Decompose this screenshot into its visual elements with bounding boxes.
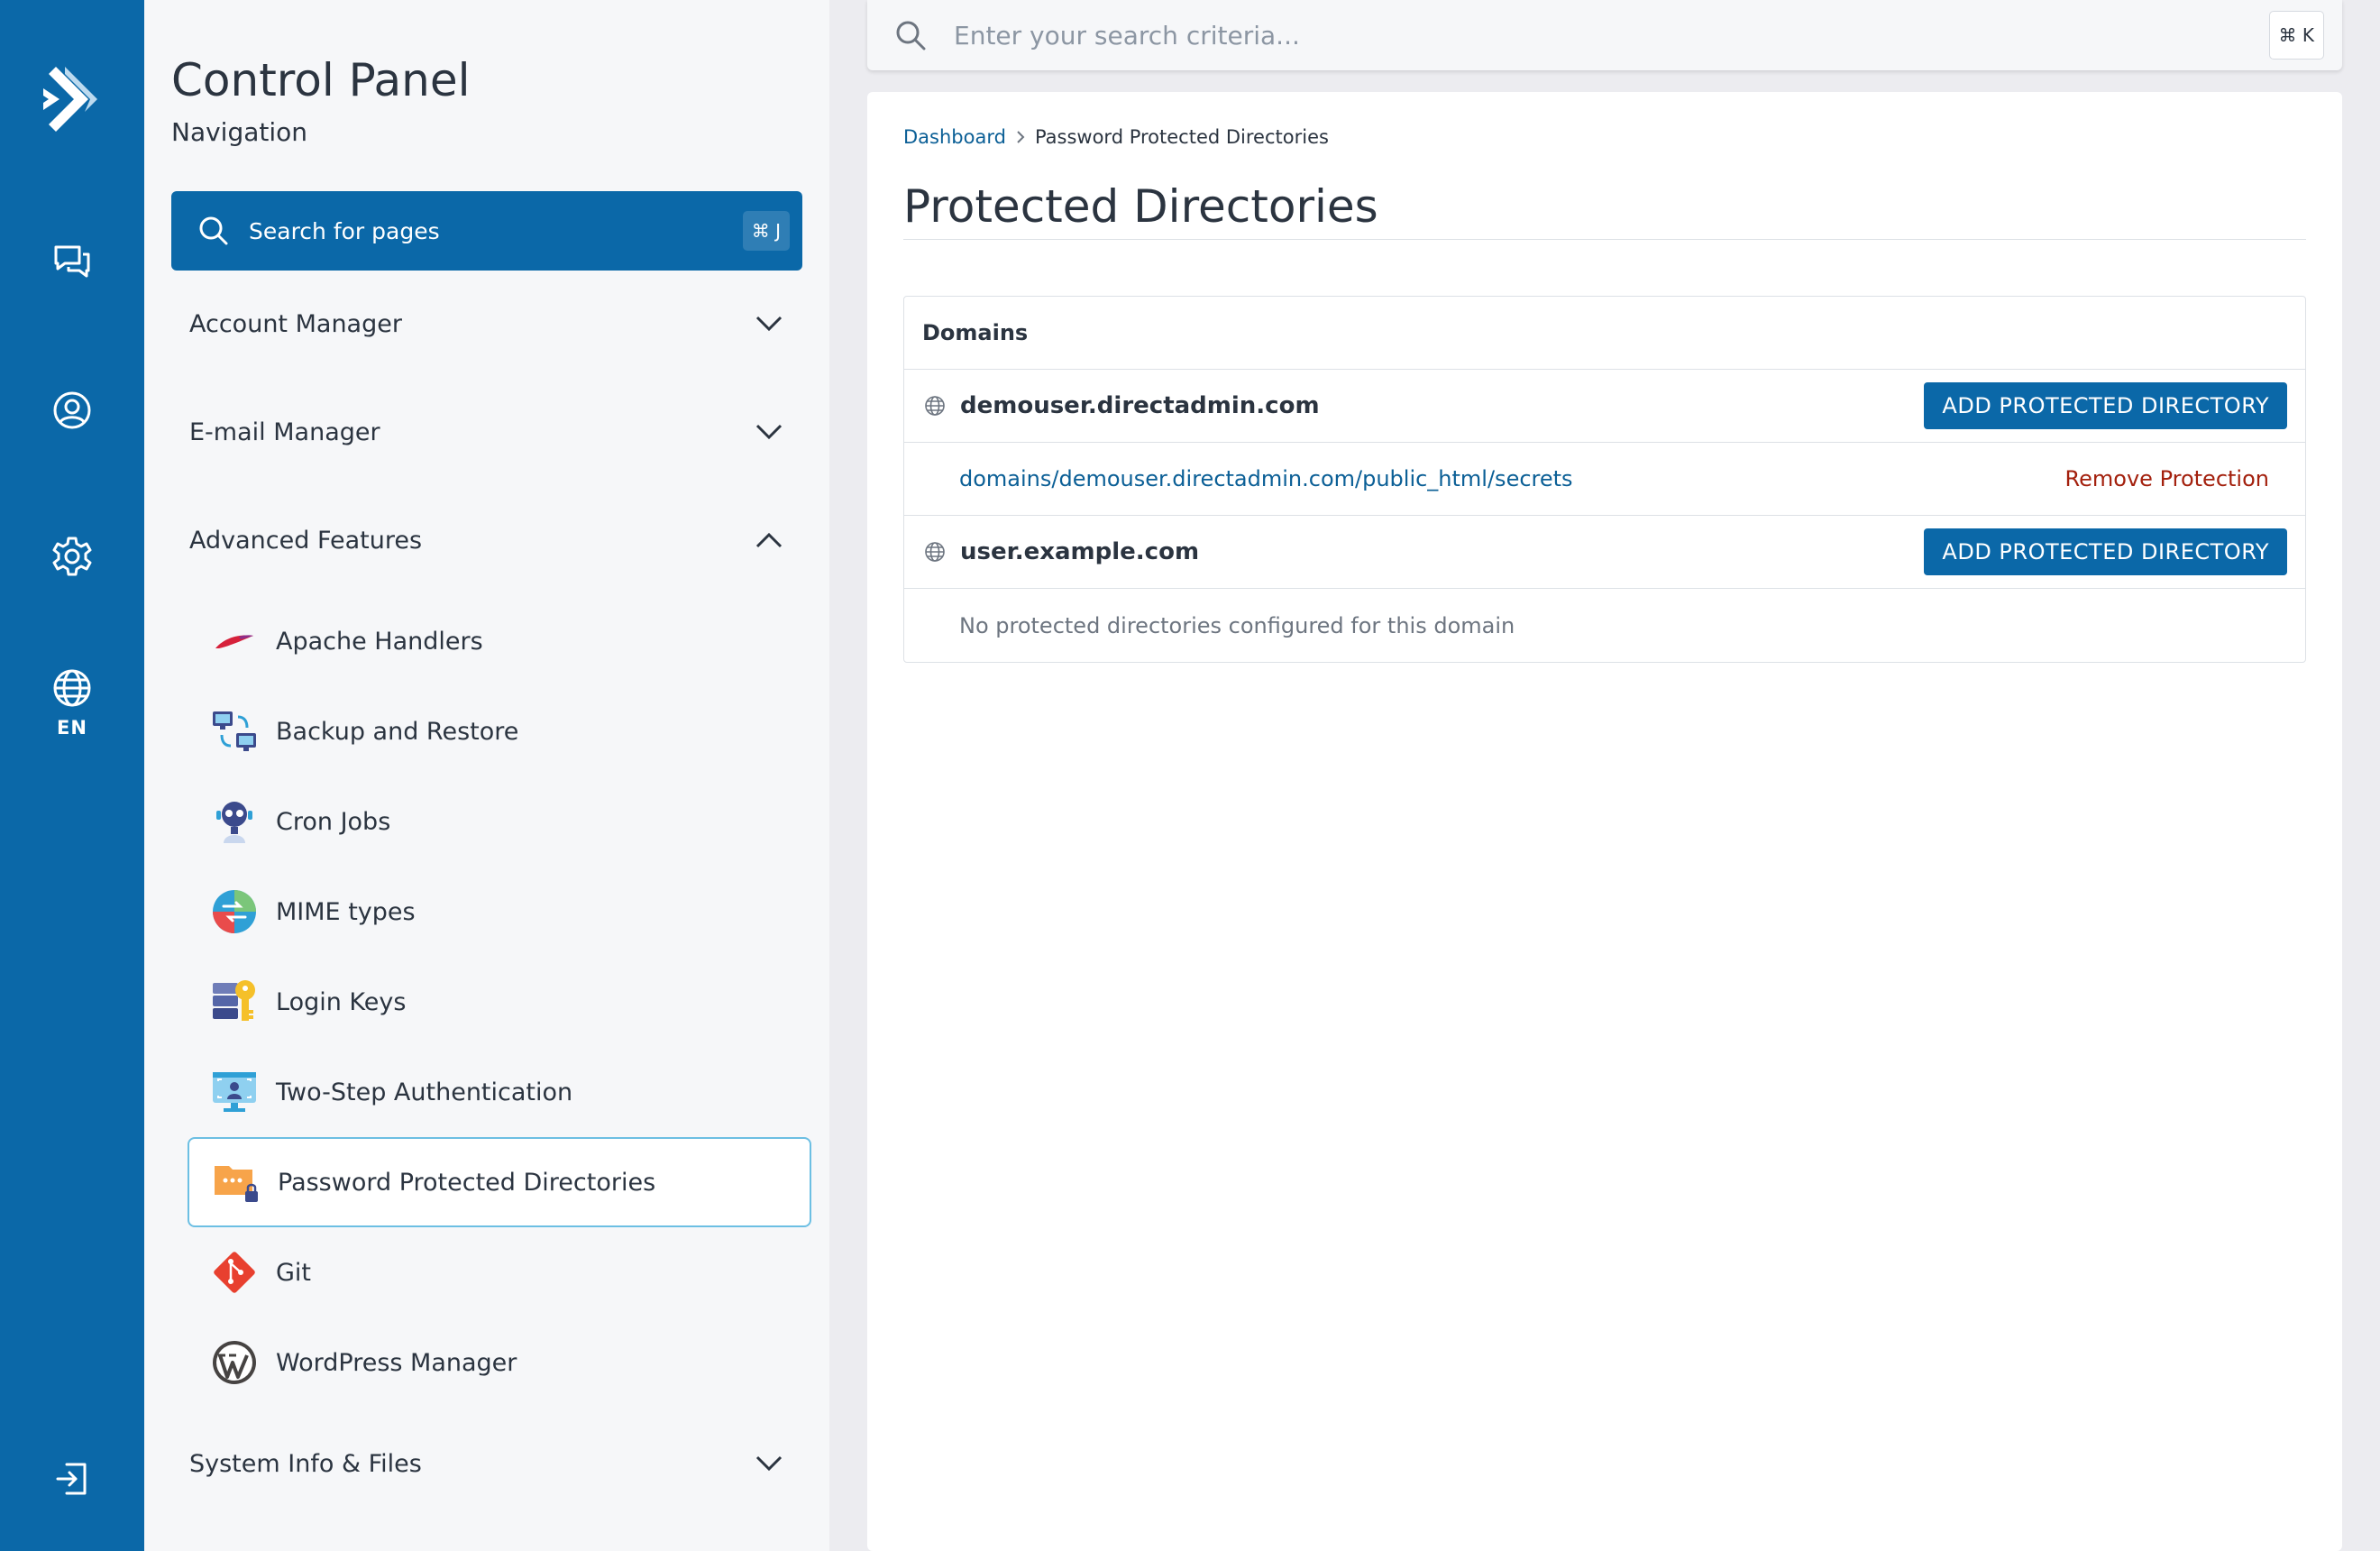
nav-item-apache-handlers[interactable]: Apache Handlers bbox=[188, 596, 811, 686]
globe-icon bbox=[924, 541, 946, 563]
two-step-icon bbox=[209, 1067, 260, 1117]
global-search-input[interactable]: Enter your search criteria... ⌘ K bbox=[867, 0, 2342, 70]
table-header-label: Domains bbox=[922, 320, 1029, 345]
nav-item-git[interactable]: Git bbox=[188, 1227, 811, 1317]
protected-directory-row: domains/demouser.directadmin.com/public_… bbox=[904, 443, 2305, 516]
mime-icon bbox=[209, 886, 260, 937]
nav-item-label: Cron Jobs bbox=[276, 807, 391, 836]
user-icon[interactable] bbox=[0, 374, 144, 446]
nav-item-label: Password Protected Directories bbox=[278, 1168, 656, 1197]
page-search-button[interactable]: Search for pages ⌘ J bbox=[171, 191, 802, 271]
globe-icon bbox=[924, 395, 946, 417]
settings-icon[interactable] bbox=[0, 520, 144, 592]
add-protected-directory-button[interactable]: ADD PROTECTED DIRECTORY bbox=[1924, 528, 2287, 575]
robot-icon bbox=[209, 796, 260, 847]
icon-rail: EN bbox=[0, 0, 144, 1551]
nav-item-login-keys[interactable]: Login Keys bbox=[188, 957, 811, 1047]
nav-item-label: Login Keys bbox=[276, 987, 407, 1016]
language-code: EN bbox=[57, 717, 87, 739]
section-label: Advanced Features bbox=[189, 526, 423, 555]
nav-item-label: Backup and Restore bbox=[276, 717, 519, 746]
global-search-shortcut: ⌘ K bbox=[2268, 11, 2324, 60]
nav-item-label: WordPress Manager bbox=[276, 1348, 517, 1377]
logout-icon[interactable] bbox=[0, 1443, 144, 1515]
breadcrumb: Dashboard Password Protected Directories bbox=[903, 126, 1329, 148]
chevron-down-icon bbox=[755, 424, 783, 440]
globe-icon bbox=[53, 669, 91, 707]
logo-icon[interactable] bbox=[0, 54, 144, 144]
empty-state-message: No protected directories configured for … bbox=[959, 612, 1515, 638]
nav-item-cron-jobs[interactable]: Cron Jobs bbox=[188, 776, 811, 867]
protected-directory-path-link[interactable]: domains/demouser.directadmin.com/public_… bbox=[959, 466, 2065, 491]
breadcrumb-current: Password Protected Directories bbox=[1034, 126, 1329, 148]
chevron-down-icon bbox=[755, 1455, 783, 1472]
domain-name: demouser.directadmin.com bbox=[960, 392, 1320, 419]
messages-icon[interactable] bbox=[0, 225, 144, 298]
domain-name: user.example.com bbox=[960, 538, 1200, 565]
section-system-info-files[interactable]: System Info & Files bbox=[189, 1436, 802, 1491]
backup-icon bbox=[209, 706, 260, 757]
remove-protection-link[interactable]: Remove Protection bbox=[2065, 466, 2269, 491]
nav-item-label: MIME types bbox=[276, 897, 416, 926]
section-account-manager[interactable]: Account Manager bbox=[189, 297, 802, 351]
nav-item-wordpress-manager[interactable]: WordPress Manager bbox=[188, 1317, 811, 1408]
global-search-placeholder: Enter your search criteria... bbox=[954, 20, 1300, 50]
domain-row: demouser.directadmin.com ADD PROTECTED D… bbox=[904, 370, 2305, 443]
nav-item-backup-and-restore[interactable]: Backup and Restore bbox=[188, 686, 811, 776]
empty-state-row: No protected directories configured for … bbox=[904, 589, 2305, 662]
nav-item-two-step-authentication[interactable]: Two-Step Authentication bbox=[188, 1047, 811, 1137]
section-label: E-mail Manager bbox=[189, 418, 380, 446]
section-email-manager[interactable]: E-mail Manager bbox=[189, 405, 802, 459]
add-protected-directory-button[interactable]: ADD PROTECTED DIRECTORY bbox=[1924, 382, 2287, 429]
key-icon bbox=[209, 977, 260, 1027]
page-search-label: Search for pages bbox=[249, 217, 440, 244]
table-header: Domains bbox=[904, 297, 2305, 370]
protected-directories-table: Domains demouser.directadmin.com ADD PRO… bbox=[903, 296, 2306, 663]
nav-item-label: Git bbox=[276, 1258, 312, 1287]
nav-item-label: Two-Step Authentication bbox=[276, 1078, 573, 1106]
page-search-shortcut: ⌘ J bbox=[742, 211, 790, 251]
nav-title: Control Panel bbox=[171, 54, 471, 106]
nav-item-label: Apache Handlers bbox=[276, 627, 483, 656]
folder-lock-icon bbox=[211, 1157, 261, 1207]
nav-subtitle: Navigation bbox=[171, 117, 308, 147]
page-title: Protected Directories bbox=[903, 180, 1378, 233]
section-label: System Info & Files bbox=[189, 1449, 422, 1478]
feather-icon bbox=[209, 616, 260, 666]
main-content: Dashboard Password Protected Directories… bbox=[867, 92, 2342, 1551]
nav-item-mime-types[interactable]: MIME types bbox=[188, 867, 811, 957]
nav-item-password-protected-directories[interactable]: Password Protected Directories bbox=[188, 1137, 811, 1227]
chevron-right-icon bbox=[1015, 130, 1026, 144]
section-label: Account Manager bbox=[189, 309, 402, 338]
chevron-down-icon bbox=[755, 316, 783, 332]
search-icon bbox=[198, 216, 229, 246]
wordpress-icon bbox=[209, 1337, 260, 1388]
domain-row: user.example.com ADD PROTECTED DIRECTORY bbox=[904, 516, 2305, 589]
chevron-up-icon bbox=[755, 532, 783, 548]
section-advanced-features[interactable]: Advanced Features bbox=[189, 513, 802, 567]
breadcrumb-dashboard-link[interactable]: Dashboard bbox=[903, 126, 1006, 148]
git-icon bbox=[209, 1247, 260, 1298]
title-divider bbox=[903, 239, 2306, 240]
navigation-sidebar: Control Panel Navigation Search for page… bbox=[144, 0, 829, 1551]
language-selector[interactable]: EN bbox=[0, 654, 144, 753]
search-icon bbox=[894, 19, 927, 51]
